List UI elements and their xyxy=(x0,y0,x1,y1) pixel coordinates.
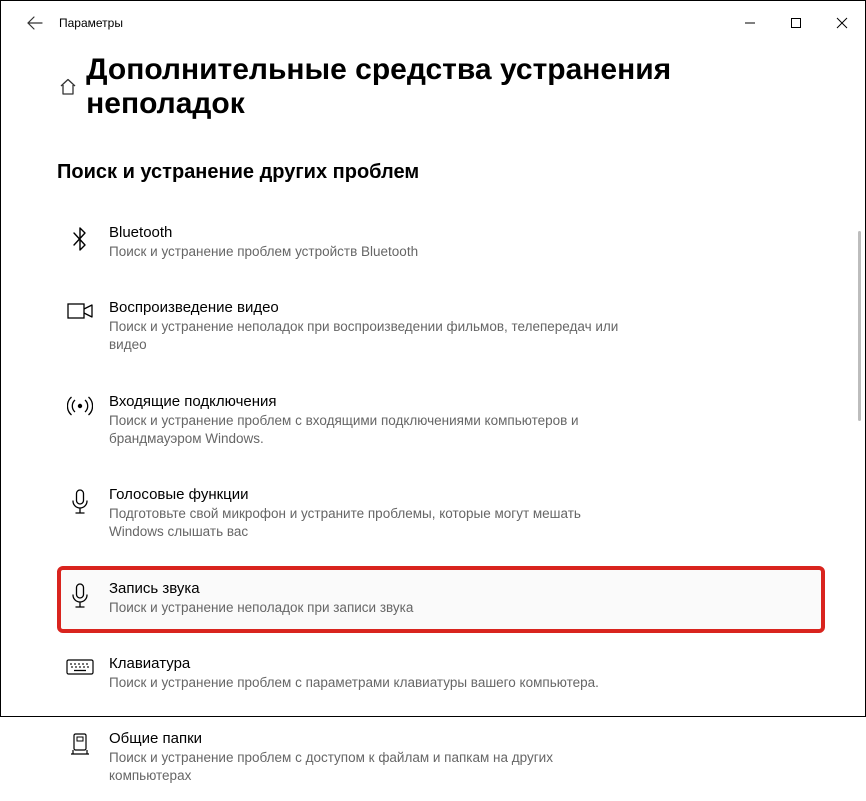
video-icon xyxy=(65,299,95,321)
item-title: Запись звука xyxy=(109,580,413,597)
home-icon xyxy=(58,77,78,97)
shared-folders-icon xyxy=(65,730,95,758)
item-desc: Поиск и устранение проблем с параметрами… xyxy=(109,674,599,692)
window-controls xyxy=(727,1,865,45)
item-keyboard[interactable]: Клавиатура Поиск и устранение проблем с … xyxy=(57,641,825,708)
item-shared-folders[interactable]: Общие папки Поиск и устранение проблем с… xyxy=(57,716,825,801)
page-header: Дополнительные средства устранения непол… xyxy=(1,45,865,121)
item-title: Голосовые функции xyxy=(109,486,629,503)
item-desc: Поиск и устранение проблем с доступом к … xyxy=(109,749,629,785)
item-desc: Поиск и устранение неполадок при записи … xyxy=(109,599,413,617)
titlebar: Параметры xyxy=(1,1,865,45)
item-desc: Поиск и устранение проблем устройств Blu… xyxy=(109,243,418,261)
item-title: Общие папки xyxy=(109,730,629,747)
maximize-icon xyxy=(790,17,802,29)
microphone-icon xyxy=(65,486,95,516)
minimize-icon xyxy=(744,17,756,29)
maximize-button[interactable] xyxy=(773,1,819,45)
item-title: Клавиатура xyxy=(109,655,599,672)
minimize-button[interactable] xyxy=(727,1,773,45)
item-title: Входящие подключения xyxy=(109,393,629,410)
page-title: Дополнительные средства устранения непол… xyxy=(86,53,809,121)
item-title: Воспроизведение видео xyxy=(109,299,629,316)
bluetooth-icon xyxy=(65,224,95,252)
close-icon xyxy=(836,17,848,29)
scrollbar-thumb[interactable] xyxy=(858,231,861,421)
app-title: Параметры xyxy=(59,16,123,30)
troubleshooter-list: Bluetooth Поиск и устранение проблем уст… xyxy=(1,210,865,801)
home-button[interactable] xyxy=(57,76,78,98)
item-bluetooth[interactable]: Bluetooth Поиск и устранение проблем уст… xyxy=(57,210,825,277)
keyboard-icon xyxy=(65,655,95,677)
arrow-left-icon xyxy=(27,15,43,31)
item-title: Bluetooth xyxy=(109,224,418,241)
item-desc: Поиск и устранение неполадок при воспрои… xyxy=(109,318,629,354)
broadcast-icon xyxy=(65,393,95,417)
section-heading: Поиск и устранение других проблем xyxy=(57,161,865,184)
item-desc: Поиск и устранение проблем с входящими п… xyxy=(109,412,629,448)
item-video-playback[interactable]: Воспроизведение видео Поиск и устранение… xyxy=(57,285,825,370)
item-incoming-connections[interactable]: Входящие подключения Поиск и устранение … xyxy=(57,379,825,464)
item-recording-audio[interactable]: Запись звука Поиск и устранение неполадо… xyxy=(57,566,825,633)
close-button[interactable] xyxy=(819,1,865,45)
microphone-icon xyxy=(65,580,95,610)
back-button[interactable] xyxy=(19,7,51,39)
item-desc: Подготовьте свой микрофон и устраните пр… xyxy=(109,505,629,541)
item-speech[interactable]: Голосовые функции Подготовьте свой микро… xyxy=(57,472,825,557)
